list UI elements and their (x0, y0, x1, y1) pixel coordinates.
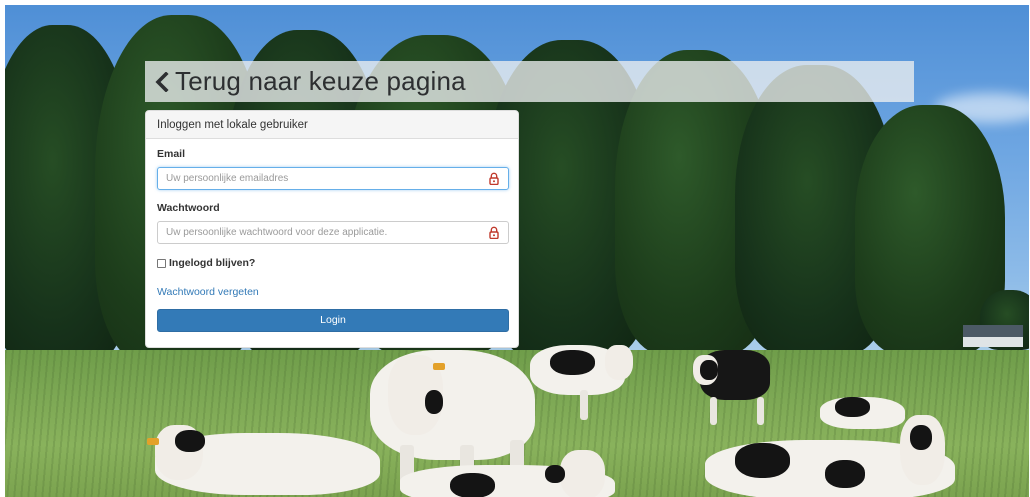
login-button[interactable]: Login (157, 309, 509, 332)
cow-spot (910, 425, 932, 450)
email-field[interactable] (157, 167, 509, 190)
remember-me-row: Ingelogd blijven? (157, 257, 507, 269)
lock-icon (489, 172, 499, 186)
login-form: Email Wachtwoord Ingelogd blijven? Wacht… (146, 139, 518, 332)
password-field-wrapper (157, 221, 509, 244)
email-field-wrapper (157, 167, 509, 190)
ear-tag (147, 438, 159, 445)
cow-spot (450, 473, 495, 497)
cow-spot (735, 443, 790, 478)
back-to-selection-link[interactable]: Terug naar keuze pagina (145, 61, 914, 102)
email-label: Email (157, 148, 186, 160)
chevron-left-icon (151, 67, 173, 97)
cow-spot (835, 397, 870, 417)
farm-building (963, 337, 1023, 347)
remember-me-checkbox[interactable] (157, 258, 166, 268)
login-panel: Inloggen met lokale gebruiker Email Wach… (145, 110, 519, 348)
cow-spot (175, 430, 205, 452)
password-label: Wachtwoord (157, 202, 220, 214)
remember-me-label[interactable]: Ingelogd blijven? (169, 257, 255, 269)
ear-tag (433, 363, 445, 370)
cow-spot (700, 360, 718, 380)
cow-leg (757, 397, 764, 425)
cow-spot (545, 465, 565, 483)
farm-roof (963, 325, 1023, 337)
cow-head (560, 450, 605, 497)
back-link-label: Terug naar keuze pagina (175, 66, 466, 96)
cow-spot (425, 390, 443, 414)
password-field[interactable] (157, 221, 509, 244)
login-panel-heading: Inloggen met lokale gebruiker (146, 111, 518, 139)
cow-leg (710, 397, 717, 425)
cow-spot (550, 350, 595, 375)
cow-leg (580, 390, 588, 420)
cow-head (605, 345, 633, 380)
lock-icon (489, 226, 499, 240)
cow-spot (825, 460, 865, 488)
forgot-password-link[interactable]: Wachtwoord vergeten (157, 286, 507, 298)
